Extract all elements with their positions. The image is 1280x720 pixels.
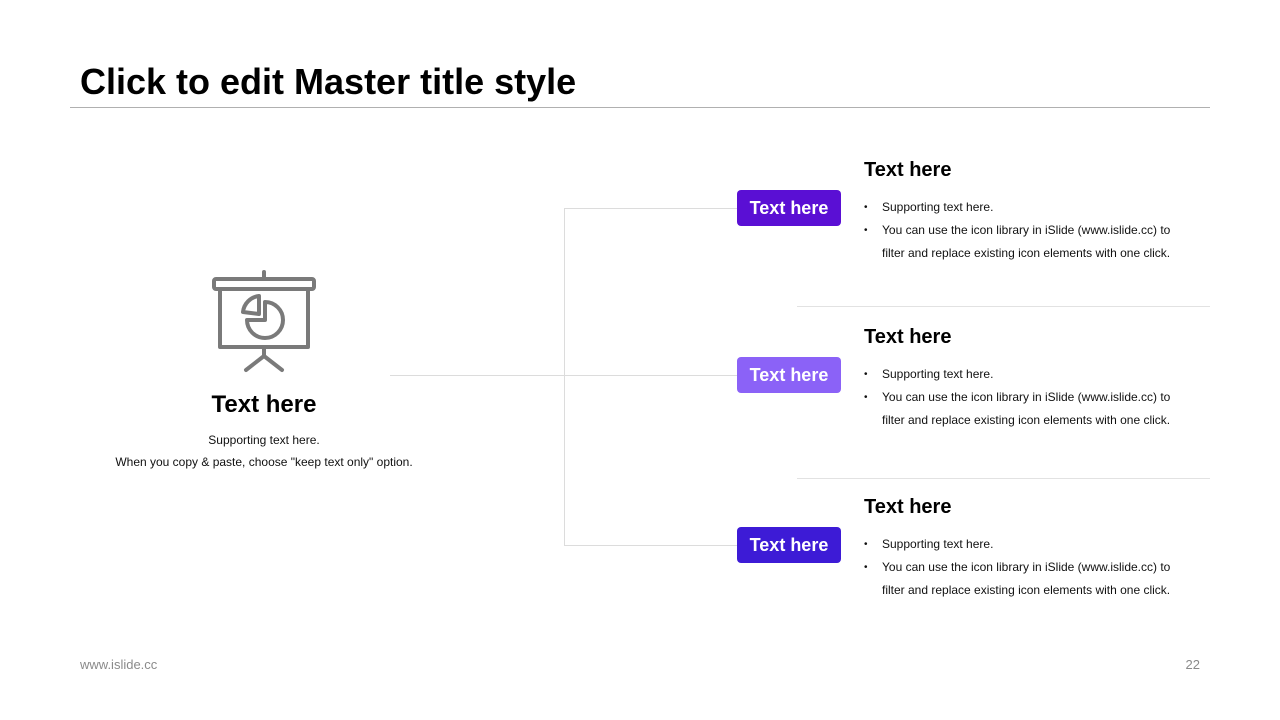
item-3-bullet-2[interactable]: You can use the icon library in iSlide (… <box>864 556 1194 602</box>
item-2-bullet-1[interactable]: Supporting text here. <box>864 363 1194 386</box>
item-2-tag[interactable]: Text here <box>737 357 841 393</box>
item-1-title[interactable]: Text here <box>864 157 951 183</box>
item-divider-1 <box>797 306 1210 307</box>
item-divider-2 <box>797 478 1210 479</box>
item-1-bullets: Supporting text here. You can use the ic… <box>864 196 1194 265</box>
item-2-bullets: Supporting text here. You can use the ic… <box>864 363 1194 432</box>
item-2-bullet-2[interactable]: You can use the icon library in iSlide (… <box>864 386 1194 432</box>
item-3-bullet-1[interactable]: Supporting text here. <box>864 533 1194 556</box>
item-2-title[interactable]: Text here <box>864 324 951 350</box>
item-3-title[interactable]: Text here <box>864 494 951 520</box>
footer-url: www.islide.cc <box>80 657 158 672</box>
page-number: 22 <box>1185 657 1200 672</box>
item-1-bullet-2[interactable]: You can use the icon library in iSlide (… <box>864 219 1194 265</box>
connector-lines <box>390 208 737 546</box>
item-3-tag[interactable]: Text here <box>737 527 841 563</box>
item-1-tag[interactable]: Text here <box>737 190 841 226</box>
item-1-bullet-1[interactable]: Supporting text here. <box>864 196 1194 219</box>
item-3-bullets: Supporting text here. You can use the ic… <box>864 533 1194 602</box>
